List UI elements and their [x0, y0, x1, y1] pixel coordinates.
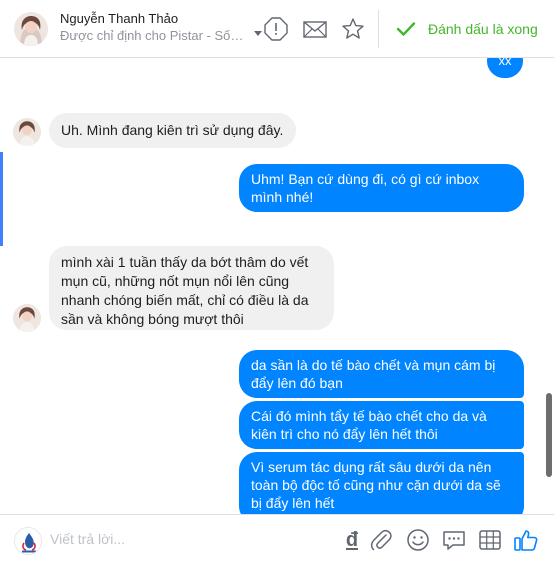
svg-text:đ: đ: [346, 529, 359, 551]
message-line: mụn cũ, những nốt mụn nổi lên cũng: [61, 273, 290, 289]
header-divider: [378, 10, 379, 48]
thumbs-up-icon[interactable]: [513, 527, 539, 553]
speech-bubble-icon[interactable]: [441, 527, 467, 553]
assignment-label[interactable]: Được chỉ định cho Pistar - Sống ...: [60, 28, 250, 43]
unread-marker: [0, 152, 3, 246]
message-line: Vì serum tác dụng rất sâu dưới da nên: [251, 459, 492, 475]
message-line: toàn bộ độc tố cũng như cặn dưới da sẽ: [251, 477, 501, 493]
currency-icon[interactable]: đ: [339, 527, 365, 553]
contact-avatar-small[interactable]: [13, 118, 41, 146]
message-line: kiên trì cho nó đẩy lên hết thôi: [251, 426, 438, 442]
envelope-icon[interactable]: [302, 16, 328, 42]
check-icon: [396, 22, 416, 36]
message-line: đẩy lên đó bạn: [251, 375, 343, 391]
chevron-down-icon[interactable]: [254, 31, 262, 36]
mark-done-button[interactable]: Đánh dấu là xong: [396, 18, 538, 40]
contact-avatar-small[interactable]: [13, 304, 41, 332]
message-bubble-outgoing[interactable]: Vì serum tác dụng rất sâu dưới da nên to…: [239, 452, 524, 514]
message-line: mình nhé!: [251, 189, 314, 205]
conversation-header: Nguyễn Thanh Thảo Được chỉ định cho Pist…: [0, 0, 554, 58]
grid-icon[interactable]: [477, 527, 503, 553]
message-line: nhanh chóng biến mất, chỉ có điều là da: [61, 292, 309, 308]
conversation-thread[interactable]: xx Uh. Mình đang kiên trì sử dụng đây. U…: [0, 58, 554, 514]
scrollbar-thumb[interactable]: [546, 393, 552, 477]
smiley-icon[interactable]: [405, 527, 431, 553]
contact-avatar[interactable]: [14, 12, 48, 46]
message-line: Uhm! Bạn cứ dùng đi, có gì cứ inbox: [251, 171, 480, 187]
contact-name[interactable]: Nguyễn Thanh Thảo: [60, 11, 178, 26]
message-bubble-outgoing[interactable]: da sần là do tế bào chết và mụn cám bị đ…: [239, 350, 524, 398]
message-bubble-incoming[interactable]: mình xài 1 tuần thấy da bớt thâm do vết …: [49, 246, 334, 330]
message-bubble-outgoing[interactable]: Uhm! Bạn cứ dùng đi, có gì cứ inbox mình…: [239, 164, 524, 212]
message-line: bị đẩy lên hết: [251, 495, 335, 511]
page-avatar: [14, 527, 42, 555]
message-bubble-incoming[interactable]: Uh. Mình đang kiên trì sử dụng đây.: [49, 113, 296, 148]
message-line: Cái đó mình tẩy tế bào chết cho da và: [251, 408, 487, 424]
scrollbar[interactable]: [544, 58, 554, 514]
message-line: da sần là do tế bào chết và mụn cám bị: [251, 357, 496, 373]
reply-input[interactable]: [50, 531, 310, 547]
message-line: mình xài 1 tuần thấy da bớt thâm do vết: [61, 254, 309, 270]
alert-icon[interactable]: [263, 16, 289, 42]
message-line: sần và không bóng mượt thôi: [61, 311, 244, 327]
message-text: Uh. Mình đang kiên trì sử dụng đây.: [61, 122, 284, 138]
reply-composer: đ: [0, 514, 554, 570]
star-icon[interactable]: [340, 16, 366, 42]
message-bubble-outgoing[interactable]: xx: [487, 58, 523, 78]
mark-done-label: Đánh dấu là xong: [428, 21, 538, 37]
message-text: xx: [498, 58, 512, 68]
message-bubble-outgoing[interactable]: Cái đó mình tẩy tế bào chết cho da và ki…: [239, 401, 524, 449]
attachment-icon[interactable]: [368, 527, 394, 553]
